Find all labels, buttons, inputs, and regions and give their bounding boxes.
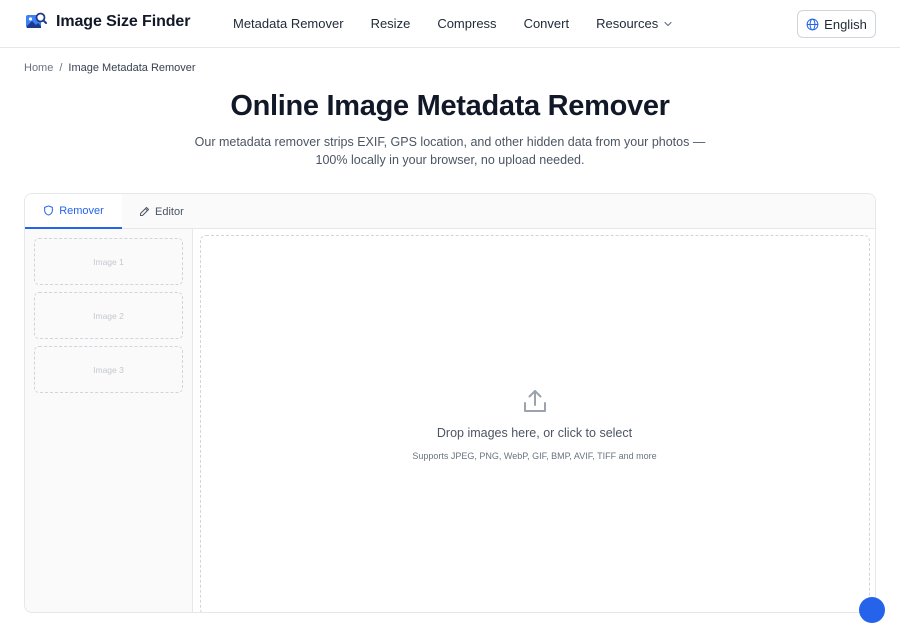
brand-name: Image Size Finder — [56, 13, 191, 30]
dropzone-title: Drop images here, or click to select — [436, 426, 633, 440]
nav-convert[interactable]: Convert — [524, 16, 570, 31]
brand-link[interactable]: Image Size Finder — [25, 11, 190, 33]
dropzone-hint: Supports JPEG, PNG, WebP, GIF, BMP, AVIF… — [412, 451, 657, 461]
site-header: Image Size Finder Metadata Remover Resiz… — [0, 0, 900, 48]
breadcrumb-separator: / — [59, 62, 63, 74]
nav-resources-label: Resources — [596, 16, 659, 31]
page-title: Online Image Metadata Remover — [230, 90, 670, 122]
language-selector-button[interactable]: English — [797, 10, 876, 38]
tab-remover[interactable]: Remover — [25, 194, 122, 229]
image-dropzone[interactable]: Drop images here, or click to select Sup… — [200, 235, 870, 612]
image-list-sidebar: Image 1 Image 2 Image 3 — [25, 229, 193, 612]
pencil-icon — [139, 206, 150, 217]
globe-icon — [806, 18, 819, 30]
breadcrumb: Home / Image Metadata Remover — [24, 62, 196, 74]
chevron-down-icon — [664, 21, 672, 26]
nav-compress[interactable]: Compress — [437, 16, 496, 31]
floating-action-button[interactable] — [859, 597, 885, 623]
image-slot-2[interactable]: Image 2 — [34, 292, 183, 339]
image-slot-1[interactable]: Image 1 — [34, 238, 183, 285]
tab-editor-label: Editor — [155, 205, 184, 218]
page-subtitle: Our metadata remover strips EXIF, GPS lo… — [194, 135, 706, 167]
tab-bar: Remover Editor — [25, 194, 875, 229]
main-nav: Metadata Remover Resize Compress Convert… — [233, 16, 673, 31]
nav-metadata-remover[interactable]: Metadata Remover — [233, 16, 344, 31]
nav-resize[interactable]: Resize — [371, 16, 411, 31]
breadcrumb-current: Image Metadata Remover — [68, 62, 196, 74]
tab-remover-label: Remover — [59, 204, 104, 217]
image-slot-3[interactable]: Image 3 — [34, 346, 183, 393]
nav-resources[interactable]: Resources — [596, 16, 673, 31]
tab-editor[interactable]: Editor — [139, 194, 184, 229]
image-search-logo-icon — [26, 12, 47, 28]
upload-icon — [524, 390, 546, 412]
shield-icon — [44, 205, 54, 216]
breadcrumb-home[interactable]: Home — [24, 62, 53, 74]
tool-card: Remover Editor Image 1 Image 2 Image 3 D… — [24, 193, 876, 613]
language-label: English — [824, 16, 867, 32]
